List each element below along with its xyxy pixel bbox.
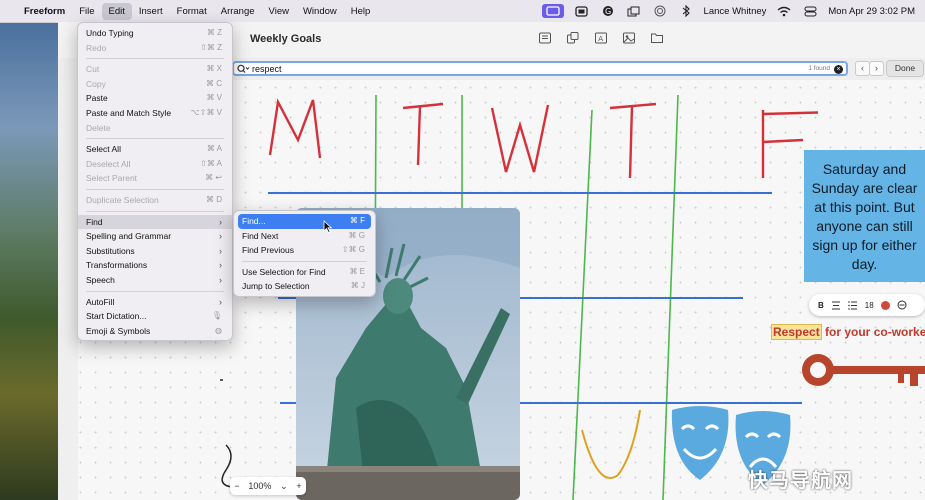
- airdrop-icon[interactable]: [652, 4, 668, 18]
- sidebar-edge: [58, 80, 78, 500]
- align-icon[interactable]: [831, 301, 841, 310]
- menu-separator: [86, 58, 224, 60]
- menu-item-dictation[interactable]: Start Dictation... 🎙: [78, 309, 232, 324]
- find-field[interactable]: respect 1 found ×: [232, 61, 848, 76]
- submenu-chevron-icon: ›: [219, 245, 222, 256]
- apple-menu-icon[interactable]: [0, 8, 18, 14]
- microphone-icon: 🎙: [211, 311, 222, 321]
- menubar-user-name[interactable]: Lance Whitney: [704, 6, 767, 17]
- menubar-clock[interactable]: Mon Apr 29 3:02 PM: [828, 6, 915, 17]
- clear-search-icon[interactable]: ×: [834, 64, 843, 74]
- menu-item-find-previous[interactable]: Find Previous ⇧⌘ G: [234, 243, 375, 258]
- edit-menu: Undo Typing ⌘ Z Redo ⇧⌘ Z Cut ⌘ X Copy ⌘ C P…: [77, 22, 233, 341]
- menu-item-jump-to-selection[interactable]: Jump to Selection ⌘ J: [234, 279, 375, 294]
- find-submenu: Find... ⌘ F Find Next ⌘ G Find Previous ⇧⌘ …: [233, 210, 376, 297]
- bluetooth-icon[interactable]: [678, 4, 694, 18]
- zoom-control: − 100% ⌄ +: [230, 477, 306, 495]
- menu-separator: [86, 188, 224, 190]
- display-icon[interactable]: [574, 4, 590, 18]
- menu-view[interactable]: View: [262, 3, 296, 20]
- find-query-text[interactable]: respect: [252, 64, 282, 74]
- zoom-in-button[interactable]: +: [296, 481, 301, 491]
- globe-icon: ◍: [215, 325, 222, 335]
- text-format-bar: B 18: [809, 294, 925, 316]
- submenu-chevron-icon: ›: [219, 260, 222, 271]
- media-icon[interactable]: [622, 31, 636, 45]
- folder-icon[interactable]: [650, 31, 664, 45]
- menu-item-select-all[interactable]: Select All ⌘ A: [78, 142, 232, 157]
- menu-help[interactable]: Help: [344, 3, 378, 20]
- menu-item-find-next[interactable]: Find Next ⌘ G: [234, 229, 375, 244]
- svg-text:A: A: [598, 35, 603, 43]
- menu-item-autofill[interactable]: AutoFill ›: [78, 295, 232, 310]
- menu-item-transformations[interactable]: Transformations ›: [78, 258, 232, 273]
- key-image[interactable]: [798, 345, 925, 395]
- sticky-note[interactable]: Saturday and Sunday are clear at this po…: [804, 150, 925, 282]
- menu-item-substitutions[interactable]: Substitutions ›: [78, 244, 232, 259]
- find-next-button[interactable]: ›: [869, 61, 884, 76]
- menu-item-undo[interactable]: Undo Typing ⌘ Z: [78, 26, 232, 41]
- menu-insert[interactable]: Insert: [132, 3, 170, 20]
- svg-text:G: G: [605, 7, 611, 16]
- note-icon[interactable]: [538, 31, 552, 45]
- submenu-chevron-icon: ›: [219, 231, 222, 242]
- menu-item-spelling[interactable]: Spelling and Grammar ›: [78, 229, 232, 244]
- menu-item-speech[interactable]: Speech ›: [78, 273, 232, 288]
- find-done-button[interactable]: Done: [886, 60, 924, 77]
- zoom-out-button[interactable]: −: [234, 481, 239, 491]
- menu-separator: [86, 138, 224, 140]
- menu-separator: [242, 260, 367, 262]
- search-highlight: Respect: [771, 324, 822, 340]
- shapes-icon[interactable]: [566, 31, 580, 45]
- menu-arrange[interactable]: Arrange: [214, 3, 262, 20]
- menu-item-find[interactable]: Find ›: [78, 214, 232, 230]
- menu-edit[interactable]: Edit: [101, 2, 132, 20]
- zoom-menu-chevron-icon[interactable]: ⌄: [280, 481, 288, 492]
- list-icon[interactable]: [847, 300, 858, 310]
- menu-window[interactable]: Window: [296, 3, 344, 20]
- submenu-chevron-icon: ›: [219, 296, 222, 307]
- menu-format[interactable]: Format: [170, 3, 214, 20]
- control-center-icon[interactable]: [802, 4, 818, 18]
- grammarly-icon[interactable]: G: [600, 4, 616, 18]
- menu-item-paste[interactable]: Paste ⌘ V: [78, 91, 232, 106]
- screen-share-icon[interactable]: [541, 4, 564, 18]
- menu-item-use-selection[interactable]: Use Selection for Find ⌘ E: [234, 265, 375, 280]
- find-result-count: 1 found: [808, 65, 830, 72]
- zoom-level[interactable]: 100%: [248, 481, 271, 491]
- text-box-icon[interactable]: A: [594, 31, 608, 45]
- menu-item-deselect-all[interactable]: Deselect All ⇧⌘ A: [78, 157, 232, 172]
- bold-button[interactable]: B: [818, 301, 824, 310]
- toolbar-insert-group: A: [538, 31, 664, 45]
- board-title: Weekly Goals: [250, 33, 322, 45]
- menu-bar: Freeform File Edit Insert Format Arrange…: [0, 0, 925, 23]
- row-divider-line[interactable]: [268, 192, 772, 194]
- menu-item-duplicate[interactable]: Duplicate Selection ⌘ D: [78, 193, 232, 208]
- menu-file[interactable]: File: [72, 3, 101, 20]
- search-icon[interactable]: [237, 64, 249, 74]
- submenu-chevron-icon: ›: [219, 274, 222, 285]
- more-options-icon[interactable]: [897, 300, 907, 310]
- watermark-text: 快马导航网: [748, 468, 853, 492]
- menu-item-delete[interactable]: Delete: [78, 121, 232, 136]
- respect-text-rest: for your co-worke: [821, 325, 925, 339]
- menu-item-select-parent[interactable]: Select Parent ⌘ ↩: [78, 171, 232, 186]
- submenu-chevron-icon: ›: [219, 216, 222, 227]
- menu-item-redo[interactable]: Redo ⇧⌘ Z: [78, 41, 232, 56]
- mouse-cursor-icon: [323, 220, 332, 233]
- menu-item-find-dialog[interactable]: Find... ⌘ F: [238, 214, 371, 229]
- menu-item-copy[interactable]: Copy ⌘ C: [78, 77, 232, 92]
- menu-app-name[interactable]: Freeform: [18, 3, 72, 20]
- find-previous-button[interactable]: ‹: [855, 61, 870, 76]
- windows-icon[interactable]: [626, 4, 642, 18]
- menu-item-cut[interactable]: Cut ⌘ X: [78, 62, 232, 77]
- font-size-value[interactable]: 18: [865, 301, 874, 310]
- menu-item-paste-match-style[interactable]: Paste and Match Style ⌥⇧⌘ V: [78, 106, 232, 121]
- menu-separator: [86, 210, 224, 212]
- text-color-swatch[interactable]: [880, 300, 890, 310]
- menu-item-emoji[interactable]: Emoji & Symbols ◍: [78, 324, 232, 339]
- respect-text-box[interactable]: Respect for your co-worke: [771, 324, 925, 340]
- wifi-icon[interactable]: [776, 4, 792, 18]
- menu-separator: [86, 290, 224, 292]
